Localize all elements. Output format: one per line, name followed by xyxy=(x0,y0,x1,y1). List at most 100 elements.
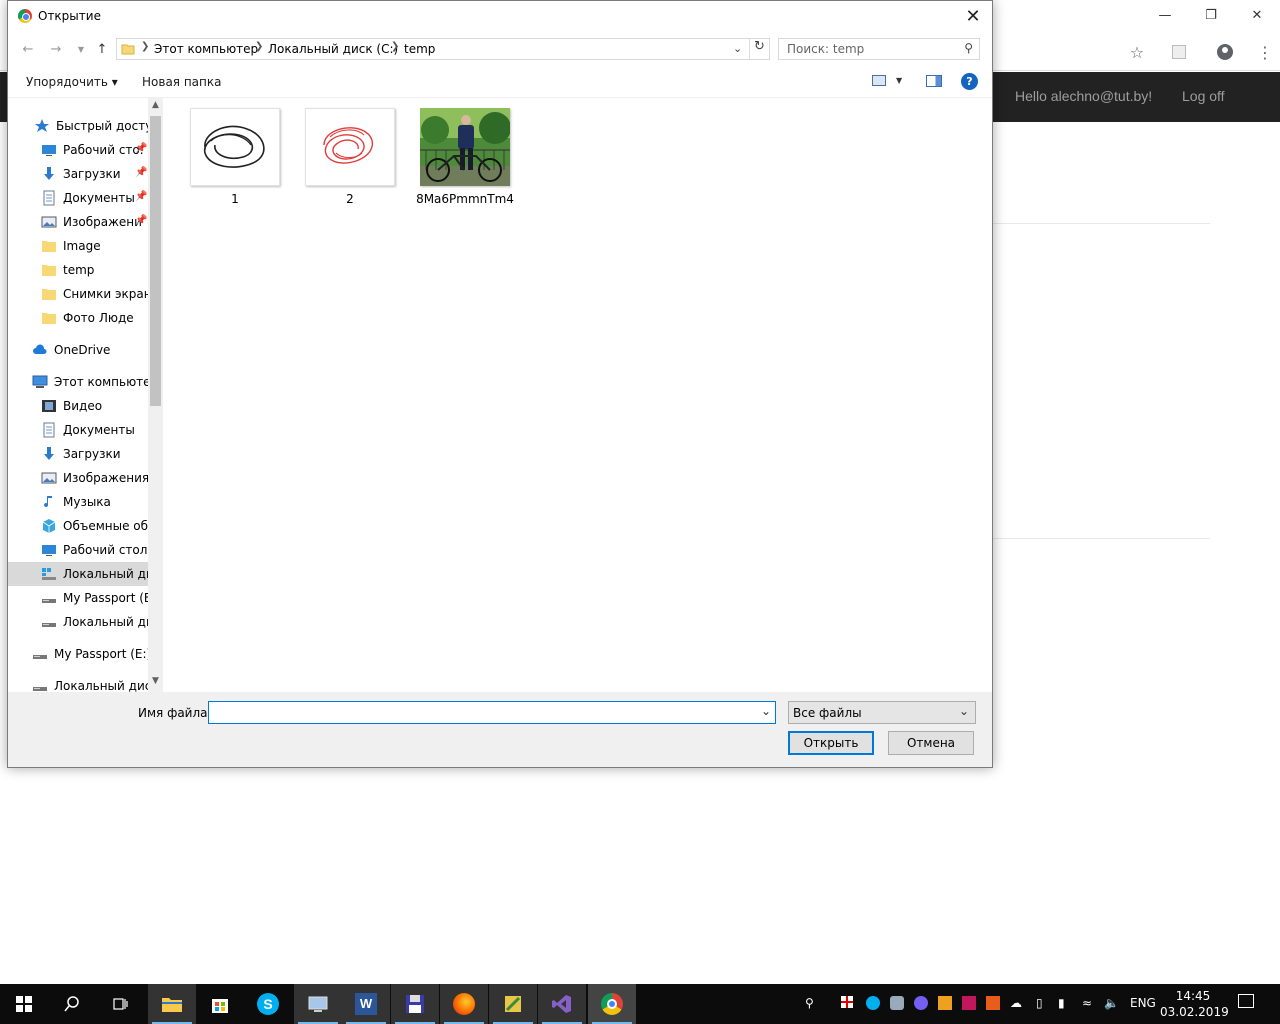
restore-icon[interactable]: ❐ xyxy=(1188,0,1234,30)
file-item[interactable]: 1 xyxy=(186,108,284,206)
sidebar-item-documents-pinned[interactable]: Документы 📌 xyxy=(8,186,148,210)
download-icon xyxy=(41,166,57,182)
close-icon[interactable]: ✕ xyxy=(954,1,992,32)
notifications-icon[interactable] xyxy=(1238,994,1254,1011)
viber-icon[interactable] xyxy=(914,996,928,1013)
file-type-select[interactable]: Все файлы ⌄ xyxy=(788,701,976,724)
cloud-icon xyxy=(32,342,48,358)
filezilla-tray-icon[interactable] xyxy=(986,996,1000,1013)
preview-pane-icon[interactable] xyxy=(926,75,942,87)
sidebar-item-this-pc[interactable]: Этот компьютер xyxy=(8,370,148,394)
organize-button[interactable]: Упорядочить ▾ xyxy=(26,75,118,89)
archive-icon[interactable] xyxy=(489,984,537,1024)
scrollbar-thumb[interactable] xyxy=(150,116,161,406)
sidebar-item-label: Рабочий стол xyxy=(63,543,148,557)
sidebar-item-image[interactable]: Image xyxy=(8,234,148,258)
cancel-button[interactable]: Отмена xyxy=(888,731,974,755)
word-icon[interactable]: W xyxy=(342,984,390,1024)
breadcrumb-computer[interactable]: Этот компьютер xyxy=(154,42,258,56)
filename-input[interactable] xyxy=(213,705,753,719)
sidebar-item-label: My Passport (E:) xyxy=(63,591,148,605)
view-options-icon[interactable] xyxy=(872,75,886,86)
sidebar-scrollbar[interactable]: ▲ ▼ xyxy=(148,98,163,692)
sidebar-item-label: Загрузки xyxy=(63,167,121,181)
menu-icon[interactable]: ⋮ xyxy=(1254,41,1276,63)
sidebar-item-label: Фото Люде xyxy=(63,311,134,325)
new-folder-button[interactable]: Новая папка xyxy=(142,75,221,89)
chevron-down-icon[interactable]: ⌄ xyxy=(761,704,771,718)
pause-tray-icon[interactable] xyxy=(938,996,952,1013)
back-arrow-icon[interactable]: ← xyxy=(18,39,38,59)
sidebar-item-local-disk-c[interactable]: Локальный дис xyxy=(8,562,148,586)
file-name: 1 xyxy=(231,192,239,206)
sidebar-item-local-disk[interactable]: Локальный дис xyxy=(8,610,148,634)
sidebar-item-downloads-pinned[interactable]: Загрузки 📌 xyxy=(8,162,148,186)
sidebar-item-onedrive[interactable]: OneDrive xyxy=(8,338,148,362)
task-view-icon[interactable] xyxy=(96,984,144,1024)
app-tray-icon[interactable] xyxy=(962,996,976,1013)
sidebar-item-my-passport-root[interactable]: My Passport (E:) xyxy=(8,642,148,666)
skype-icon[interactable]: S xyxy=(244,984,292,1024)
bookmark-star-icon[interactable]: ☆ xyxy=(1126,41,1148,63)
firefox-icon[interactable] xyxy=(440,984,488,1024)
pin-icon: 📌 xyxy=(135,215,148,226)
sidebar-item-local-disk-root[interactable]: Локальный диск xyxy=(8,674,148,692)
sidebar-item-pictures-pinned[interactable]: Изображени 📌 xyxy=(8,210,148,234)
onedrive-tray-icon[interactable]: ☁ xyxy=(1010,996,1022,1010)
sidebar-item-music[interactable]: Музыка xyxy=(8,490,148,514)
minimize-icon[interactable]: — xyxy=(1142,0,1188,30)
search-icon[interactable] xyxy=(48,984,96,1024)
sidebar-item-video[interactable]: Видео xyxy=(8,394,148,418)
start-icon[interactable] xyxy=(0,984,48,1024)
sidebar-item-pictures[interactable]: Изображения xyxy=(8,466,148,490)
profile-icon[interactable] xyxy=(1214,41,1236,63)
remote-desktop-icon[interactable] xyxy=(294,984,342,1024)
up-arrow-icon[interactable]: ↑ xyxy=(92,39,112,59)
sidebar-item-screenshots[interactable]: Снимки экрана xyxy=(8,282,148,306)
sidebar-item-my-passport[interactable]: My Passport (E:) xyxy=(8,586,148,610)
security-icon[interactable] xyxy=(841,996,853,1011)
skype-tray-icon[interactable] xyxy=(866,996,880,1013)
store-icon[interactable] xyxy=(196,984,244,1024)
sidebar-item-downloads[interactable]: Загрузки xyxy=(8,442,148,466)
sidebar-item-documents[interactable]: Документы xyxy=(8,418,148,442)
chrome-icon[interactable] xyxy=(588,984,636,1024)
sidebar-item-quick-access[interactable]: Быстрый доступ xyxy=(8,114,148,138)
breadcrumb-temp[interactable]: temp xyxy=(404,42,435,56)
window-close-icon[interactable]: ✕ xyxy=(1234,0,1280,30)
sidebar-item-desktop[interactable]: Рабочий стол xyxy=(8,538,148,562)
visual-studio-icon[interactable] xyxy=(538,984,586,1024)
refresh-icon[interactable]: ↻ xyxy=(749,39,769,59)
address-dropdown-icon[interactable]: ⌄ xyxy=(733,42,742,55)
wifi-icon[interactable]: ≈ xyxy=(1082,996,1092,1010)
storage-tray-icon[interactable] xyxy=(890,996,904,1013)
save-icon[interactable] xyxy=(391,984,439,1024)
file-item[interactable]: 8Ma6PmmnTm4 xyxy=(416,108,514,206)
language-indicator[interactable]: ENG xyxy=(1130,996,1156,1010)
breadcrumb-drive[interactable]: Локальный диск (C:) xyxy=(268,42,398,56)
nav-user-link[interactable]: Hello alechno@tut.by! xyxy=(1015,88,1152,104)
recent-chevron-icon[interactable]: ▼ xyxy=(71,39,91,59)
sidebar-item-photos[interactable]: Фото Люде xyxy=(8,306,148,330)
view-dropdown-icon[interactable]: ▼ xyxy=(896,76,902,85)
file-explorer-icon[interactable] xyxy=(148,984,196,1024)
address-bar[interactable]: ❯ Этот компьютер ❯ Локальный диск (C:) ❯… xyxy=(116,38,770,60)
scroll-down-icon[interactable]: ▼ xyxy=(150,676,161,690)
search-input[interactable] xyxy=(787,42,947,56)
pictures-icon xyxy=(41,470,57,486)
sidebar-item-desktop-pinned[interactable]: Рабочий сто. 📌 xyxy=(8,138,148,162)
battery-icon[interactable]: ▮ xyxy=(1058,996,1065,1010)
open-button[interactable]: Открыть xyxy=(788,731,874,755)
volume-icon[interactable]: 🔈 xyxy=(1104,996,1119,1010)
people-icon[interactable]: ⚲ xyxy=(805,996,814,1010)
nav-logoff-link[interactable]: Log off xyxy=(1182,88,1225,104)
clock[interactable]: 14:45 03.02.2019 xyxy=(1160,988,1229,1020)
forward-arrow-icon[interactable]: → xyxy=(46,39,66,59)
scroll-up-icon[interactable]: ▲ xyxy=(150,100,161,114)
file-item[interactable]: 2 xyxy=(301,108,399,206)
usb-tray-icon[interactable]: ▯ xyxy=(1036,996,1043,1010)
sidebar-item-3d-objects[interactable]: Объемные объ xyxy=(8,514,148,538)
extension-icon[interactable] xyxy=(1168,41,1190,63)
help-icon[interactable]: ? xyxy=(961,73,978,90)
sidebar-item-temp[interactable]: temp xyxy=(8,258,148,282)
